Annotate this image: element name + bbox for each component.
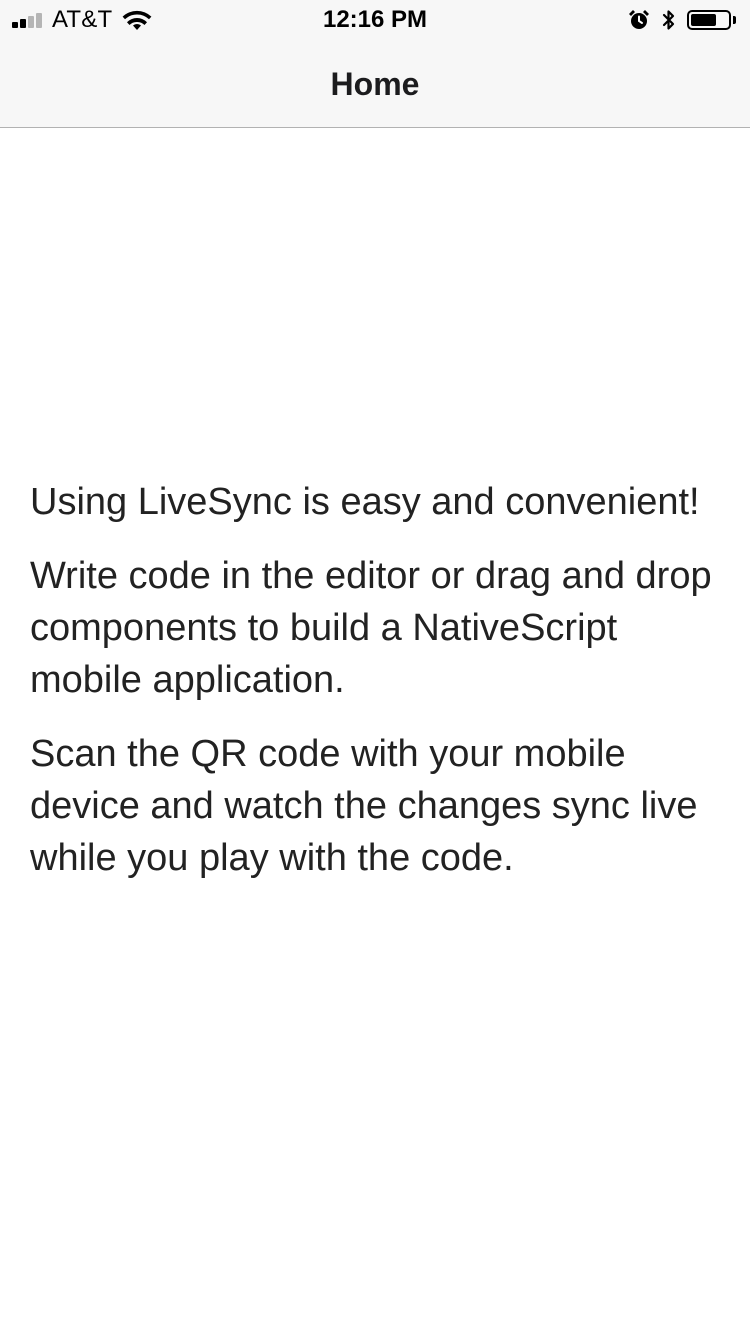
- navigation-bar: Home: [0, 40, 750, 128]
- status-right: [627, 6, 736, 34]
- battery-level: [691, 14, 716, 26]
- status-bar: AT&T 12:16 PM: [0, 0, 750, 40]
- intro-paragraph: Using LiveSync is easy and convenient!: [30, 481, 700, 523]
- page-title: Home: [330, 66, 420, 102]
- alarm-icon: [629, 10, 649, 29]
- bluetooth-icon: [662, 10, 675, 30]
- battery-tip: [733, 16, 736, 24]
- qr-paragraph: Scan the QR code with your mobile device…: [30, 733, 698, 879]
- battery-icon: [687, 10, 731, 30]
- editor-paragraph: Write code in the editor or drag and dro…: [30, 555, 712, 701]
- main-content: Using LiveSync is easy and convenient! W…: [30, 476, 720, 906]
- phone-screen: AT&T 12:16 PM Home Using LiveSync is eas…: [0, 0, 750, 1334]
